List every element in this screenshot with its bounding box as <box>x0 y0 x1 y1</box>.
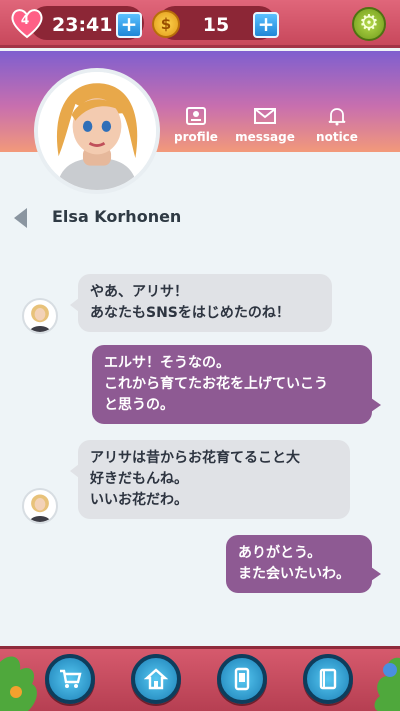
message-bubble: アリサは昔からお花育てること大 好きだもんね。 いいお花だわ。 <box>70 440 350 519</box>
settings-gear-icon[interactable]: ⚙ <box>352 7 386 41</box>
contact-avatar <box>22 488 58 524</box>
notice-tab-label: notice <box>316 130 358 144</box>
add-lives-button[interactable]: + <box>116 12 142 38</box>
book-icon <box>319 668 337 690</box>
phone-icon <box>234 667 250 691</box>
phone-button[interactable] <box>217 654 267 704</box>
message-tab[interactable]: message <box>235 106 295 144</box>
profile-avatar <box>34 68 160 194</box>
bell-icon <box>307 106 367 128</box>
coin-count: 15 <box>202 14 230 36</box>
coin-icon: $ <box>152 10 180 38</box>
shop-cart-button[interactable] <box>45 654 95 704</box>
contact-avatar <box>22 298 58 334</box>
back-arrow-icon[interactable] <box>14 208 27 228</box>
message-bubble: エルサ！そうなの。 これから育てたお花を上げていこう と思うの。 <box>92 345 381 424</box>
life-timer: 23:41 <box>52 14 113 36</box>
home-button[interactable] <box>131 654 181 704</box>
message-bubble: やあ、アリサ！ あなたもSNSをはじめたのね！ <box>70 274 332 332</box>
notice-tab[interactable]: notice <box>307 106 367 144</box>
lives-heart-icon: 4 <box>10 7 44 39</box>
add-coins-button[interactable]: + <box>253 12 279 38</box>
profile-tab[interactable]: profile <box>166 106 226 144</box>
house-icon <box>144 668 168 690</box>
id-card-icon <box>166 106 226 128</box>
profile-tab-label: profile <box>174 130 218 144</box>
lives-count: 4 <box>20 13 30 27</box>
leaves-decoration-right <box>374 657 400 711</box>
contact-name: Elsa Korhonen <box>52 207 182 226</box>
envelope-icon <box>235 106 295 128</box>
cart-icon <box>60 669 82 688</box>
message-bubble: ありがとう。 また会いたいわ。 <box>226 535 381 593</box>
book-button[interactable] <box>303 654 353 704</box>
message-tab-label: message <box>235 130 295 144</box>
leaves-decoration-left <box>0 656 37 711</box>
